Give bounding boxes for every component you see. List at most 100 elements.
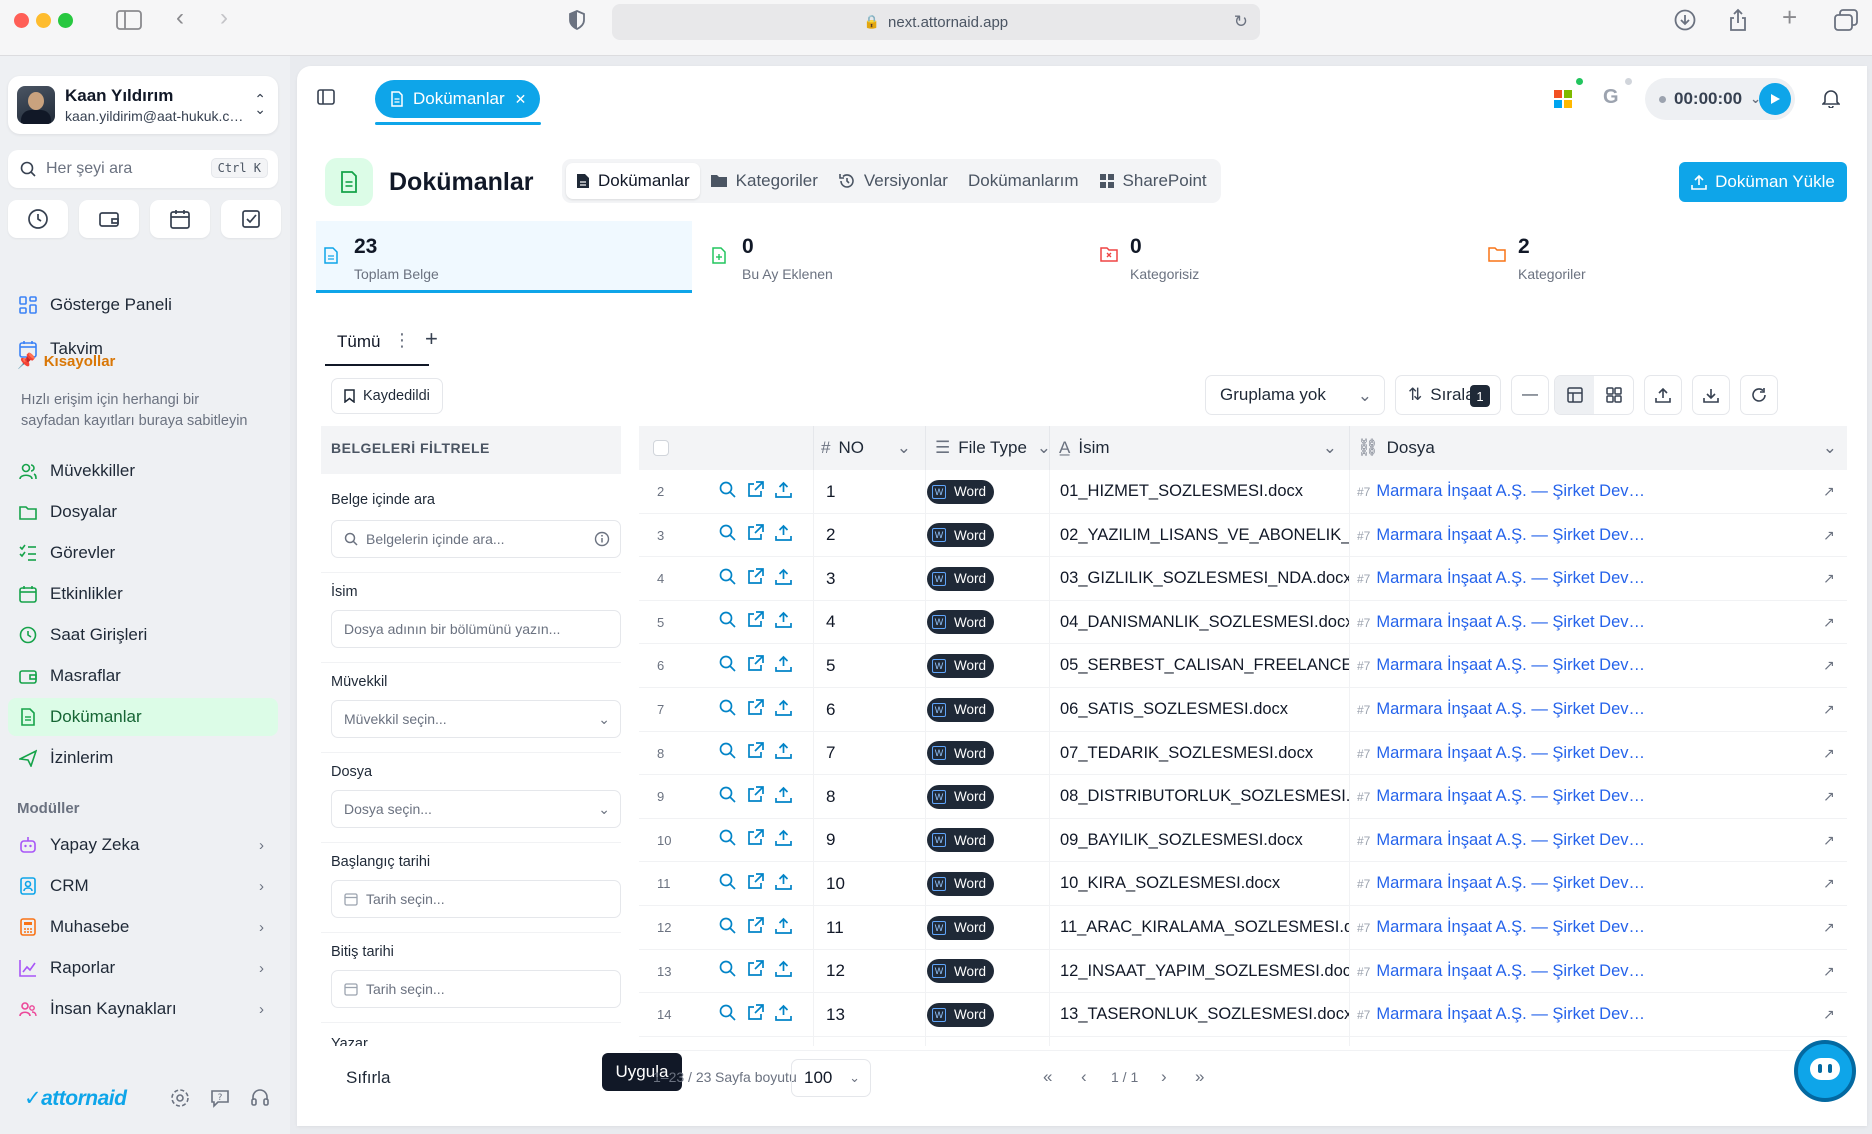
upload-icon[interactable]: [775, 829, 792, 851]
sidebar-item-crm[interactable]: CRM ›: [8, 867, 278, 905]
file-link[interactable]: #7Marmara İnşaat A.Ş. — Şirket Devralma: [1357, 775, 1647, 818]
sidebar-item-tasks[interactable]: Görevler: [8, 534, 278, 572]
document-name[interactable]: 14_IS_SOZLESMESI.docx: [1060, 1037, 1350, 1046]
open-external-icon[interactable]: [747, 524, 764, 546]
document-name[interactable]: 01_HIZMET_SOZLESMESI.docx: [1060, 470, 1350, 513]
table-row[interactable]: 7 6 W Word 06_SATIS_SOZLESMESI.docx #7 Marmara…: [639, 688, 1847, 732]
sidebar-item-reports[interactable]: Raporlar ›: [8, 949, 278, 987]
search-icon[interactable]: [719, 568, 736, 590]
add-view-icon[interactable]: +: [425, 326, 438, 352]
forward-icon[interactable]: ›: [220, 6, 228, 30]
table-row[interactable]: 2 1 W Word 01_HIZMET_SOZLESMESI.docx #7 Marmar…: [639, 470, 1847, 514]
address-bar[interactable]: 🔒 next.attornaid.app ↻: [612, 4, 1260, 40]
microsoft-icon[interactable]: [1554, 90, 1572, 108]
sidebar-item-expenses[interactable]: Masraflar: [8, 657, 278, 695]
upload-icon[interactable]: [775, 1004, 792, 1026]
sidebar-item-documents[interactable]: Dokümanlar: [8, 698, 278, 736]
arrow-up-right-icon[interactable]: ↗: [1823, 819, 1835, 862]
search-icon[interactable]: [719, 524, 736, 546]
search-icon[interactable]: [719, 873, 736, 895]
download-icon[interactable]: [1674, 9, 1696, 35]
previous-page-icon[interactable]: ‹: [1081, 1067, 1087, 1087]
file-link[interactable]: #7Marmara İnşaat A.Ş. — Şirket Devralma: [1357, 819, 1647, 862]
arrow-up-right-icon[interactable]: ↗: [1823, 906, 1835, 949]
file-select[interactable]: Dosya seçin... ⌄: [331, 790, 621, 828]
first-page-icon[interactable]: «: [1043, 1067, 1052, 1087]
table-row[interactable]: 10 9 W Word 09_BAYILIK_SOZLESMESI.docx #7 Marm…: [639, 818, 1847, 863]
arrow-up-right-icon[interactable]: ↗: [1823, 862, 1835, 905]
tab-my-documents[interactable]: Dokümanlarım: [958, 163, 1089, 199]
notifications-icon[interactable]: [1821, 88, 1841, 113]
table-row[interactable]: 14 13 W Word 13_TASERONLUK_SOZLESMESI.docx #7…: [639, 993, 1847, 1037]
stat-total-documents[interactable]: 23 Toplam Belge: [316, 221, 692, 293]
document-name[interactable]: 05_SERBEST_CALISAN_FREELANCE_SOZLESMESI.…: [1060, 644, 1350, 687]
last-page-icon[interactable]: »: [1195, 1067, 1204, 1087]
file-link[interactable]: #7Marmara İnşaat A.Ş. — Şirket Devralma: [1357, 906, 1647, 949]
file-link[interactable]: #7Marmara İnşaat A.Ş. — Şirket Devralma: [1357, 557, 1647, 600]
arrow-up-right-icon[interactable]: ↗: [1823, 514, 1835, 557]
table-row[interactable]: 6 5 W Word 05_SERBEST_CALISAN_FREELANCE_SOZL…: [639, 644, 1847, 688]
document-name[interactable]: 07_TEDARIK_SOZLESMESI.docx: [1060, 732, 1350, 775]
client-select[interactable]: Müvekkil seçin... ⌄: [331, 700, 621, 738]
arrow-up-right-icon[interactable]: ↗: [1823, 688, 1835, 731]
file-link[interactable]: #7Marmara İnşaat A.Ş. — Şirket Devralma: [1357, 514, 1647, 557]
panel-toggle-icon[interactable]: [317, 88, 335, 111]
file-link[interactable]: #7Marmara İnşaat A.Ş. — Şirket Devralma: [1357, 470, 1647, 513]
reset-filters-button[interactable]: Sıfırla: [346, 1068, 390, 1088]
document-name[interactable]: 12_INSAAT_YAPIM_SOZLESMESI.docx: [1060, 950, 1350, 993]
play-button[interactable]: [1759, 83, 1791, 115]
search-icon[interactable]: [719, 786, 736, 808]
sidebar-item-dashboard[interactable]: Gösterge Paneli: [8, 286, 278, 324]
document-name[interactable]: 03_GIZLILIK_SOZLESMESI_NDA.docx: [1060, 557, 1350, 600]
open-external-icon[interactable]: [747, 611, 764, 633]
quick-expense-button[interactable]: [79, 200, 139, 238]
document-name[interactable]: 11_ARAC_KIRALAMA_SOZLESMESI.docx: [1060, 906, 1350, 949]
arrow-up-right-icon[interactable]: ↗: [1823, 557, 1835, 600]
close-tab-icon[interactable]: ✕: [515, 91, 527, 108]
open-external-icon[interactable]: [747, 655, 764, 677]
file-link[interactable]: #7Marmara İnşaat A.Ş. — Şirket Devralma: [1357, 950, 1647, 993]
collapse-button[interactable]: —: [1511, 375, 1549, 415]
search-icon[interactable]: [719, 1004, 736, 1026]
search-icon[interactable]: [719, 960, 736, 982]
upload-icon[interactable]: [775, 481, 792, 503]
minimize-window-button[interactable]: [36, 13, 51, 28]
reload-icon[interactable]: ↻: [1234, 12, 1248, 32]
open-external-icon[interactable]: [747, 567, 764, 590]
document-name[interactable]: 13_TASERONLUK_SOZLESMESI.docx: [1060, 993, 1350, 1036]
arrow-up-right-icon[interactable]: ↗: [1823, 993, 1835, 1036]
sidebar-toggle-icon[interactable]: [116, 10, 142, 34]
google-icon[interactable]: G: [1603, 86, 1619, 109]
brand-logo[interactable]: ✓attornaid: [24, 1086, 127, 1111]
open-external-icon[interactable]: [747, 916, 764, 939]
sidebar-item-events[interactable]: Etkinlikler: [8, 575, 278, 613]
view-tab-all[interactable]: Tümü: [337, 332, 380, 352]
open-external-icon[interactable]: [747, 480, 764, 503]
sidebar-item-accounting[interactable]: Muhasebe ›: [8, 908, 278, 946]
file-link[interactable]: #7Marmara İnşaat A.Ş. — Şirket Devralma: [1357, 1037, 1647, 1046]
grouping-select[interactable]: Gruplama yok ⌄: [1205, 375, 1385, 415]
table-view-button[interactable]: [1555, 376, 1594, 414]
open-tab-documents[interactable]: Dokümanlar ✕: [375, 80, 541, 118]
open-external-icon[interactable]: [747, 873, 764, 895]
stat-added-this-month[interactable]: 0 Bu Ay Eklenen: [704, 221, 1080, 293]
table-row[interactable]: 9 8 W Word 08_DISTRIBUTORLUK_SOZLESMESI.docx…: [639, 775, 1847, 819]
arrow-up-right-icon[interactable]: ↗: [1823, 470, 1835, 513]
file-link[interactable]: #7Marmara İnşaat A.Ş. — Şirket Devralma: [1357, 993, 1647, 1036]
share-icon[interactable]: [1728, 8, 1748, 36]
user-switcher[interactable]: Kaan Yıldırım kaan.yildirim@aat-hukuk.co…: [8, 76, 278, 134]
document-name[interactable]: 09_BAYILIK_SOZLESMESI.docx: [1060, 819, 1350, 862]
file-link[interactable]: #7Marmara İnşaat A.Ş. — Şirket Devralma: [1357, 862, 1647, 905]
search-icon[interactable]: [719, 481, 736, 503]
sidebar-item-hr[interactable]: İnsan Kaynakları ›: [8, 990, 278, 1028]
export-button[interactable]: [1644, 375, 1682, 415]
table-row[interactable]: 3 2 W Word 02_YAZILIM_LISANS_VE_ABONELIK_SOZ…: [639, 513, 1847, 558]
new-tab-icon[interactable]: +: [1782, 4, 1797, 30]
column-no[interactable]: # NO ⌄: [821, 426, 921, 470]
search-icon[interactable]: [719, 742, 736, 764]
table-row[interactable]: 5 4 W Word 04_DANISMANLIK_SOZLESMESI.docx #7 M…: [639, 600, 1847, 645]
search-icon[interactable]: [719, 611, 736, 633]
more-vertical-icon[interactable]: ⋮: [393, 330, 411, 351]
file-link[interactable]: #7Marmara İnşaat A.Ş. — Şirket Devralma: [1357, 644, 1647, 687]
table-row[interactable]: 4 3 W Word 03_GIZLILIK_SOZLESMESI_NDA.docx #7…: [639, 557, 1847, 601]
